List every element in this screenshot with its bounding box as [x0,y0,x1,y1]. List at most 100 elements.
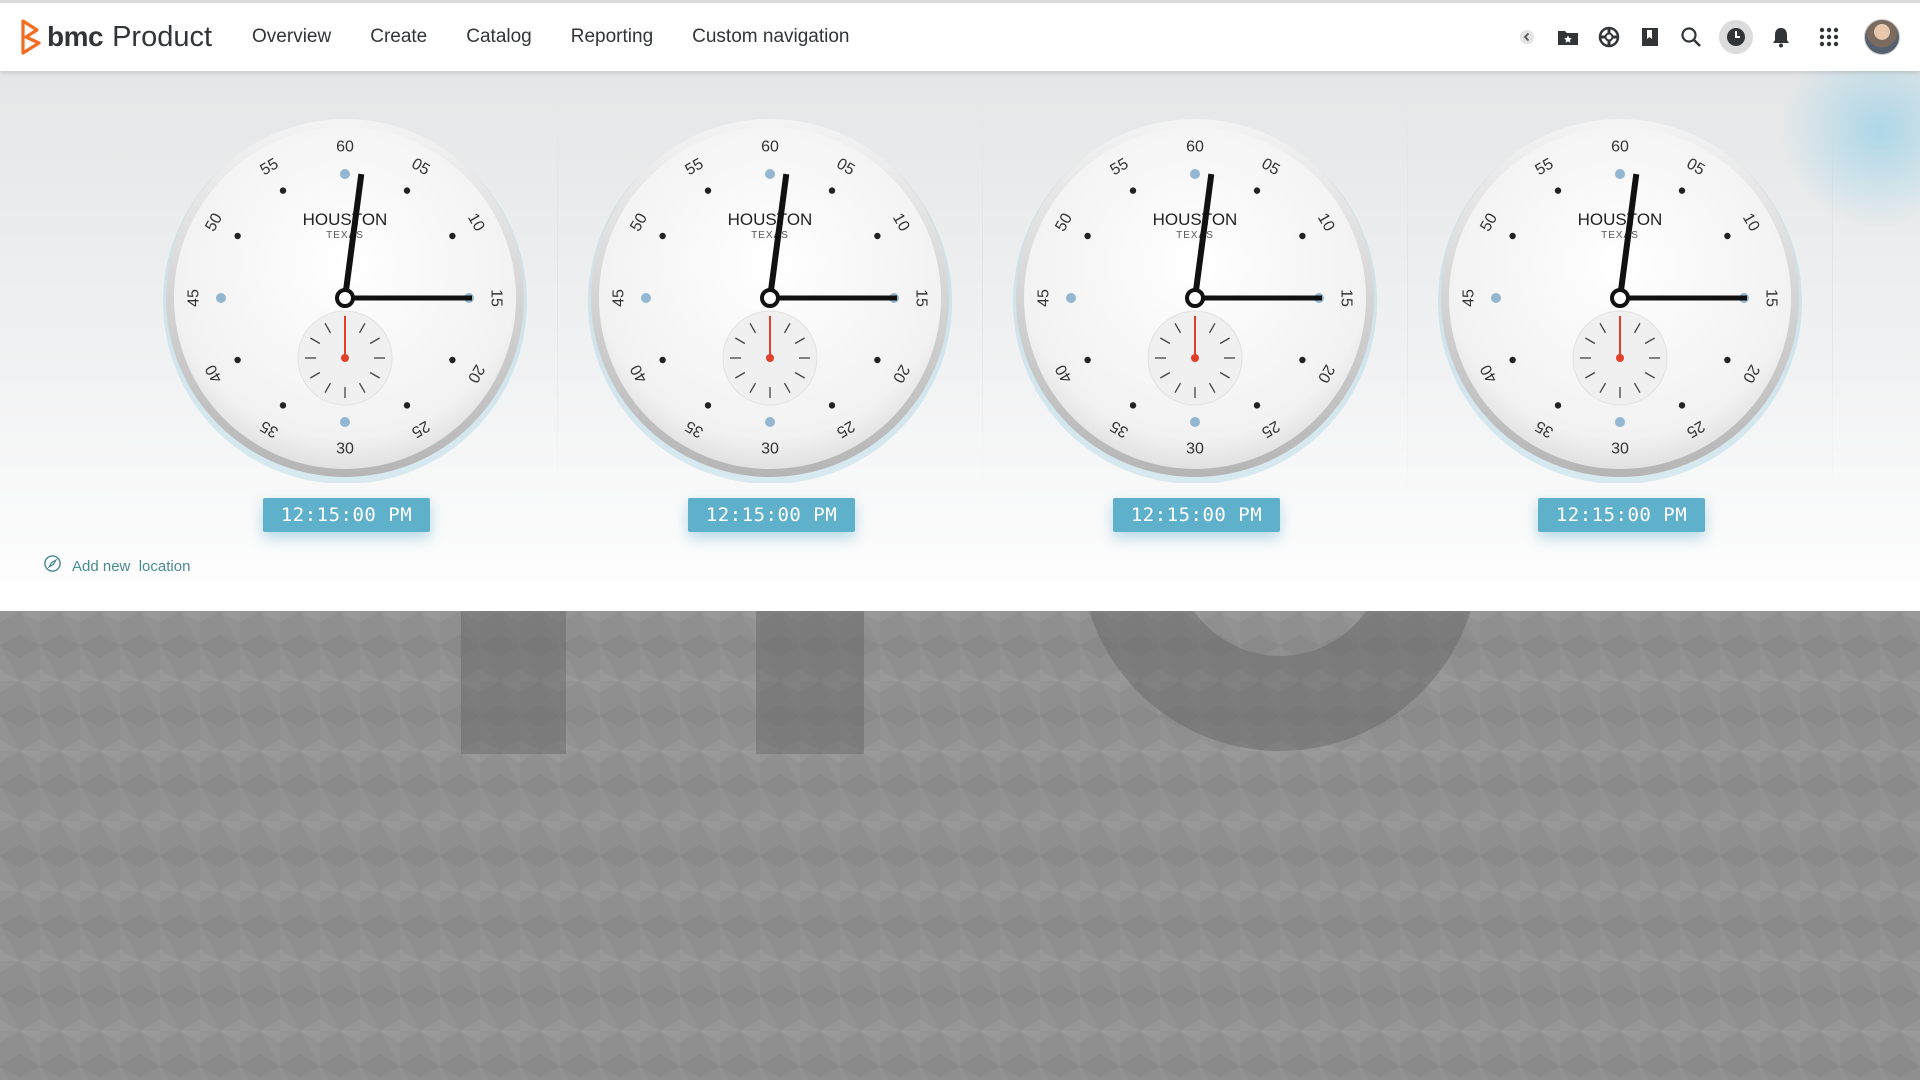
top-header: bmc Product Overview Create Catalog Repo… [0,0,1920,71]
clock-card: 60 05 10 15 20 25 30 35 40 45 50 55 HOUSTON TEXAS 12:… [133,71,558,541]
dial-label: 45 [611,289,628,307]
digital-time: 12:15:00 PM [688,498,855,532]
center-pivot [1610,288,1630,308]
background-pattern [0,611,1920,1080]
dial-marker [1253,187,1261,194]
dial-label: 60 [1611,139,1629,156]
clock-card: 60 05 10 15 20 25 30 35 40 45 50 55 HOUSTON TEXAS 12:… [1408,71,1833,541]
clock-card: 60 05 10 15 20 25 30 35 40 45 50 55 HOUSTON TEXAS 12:… [983,71,1408,541]
dial-marker [828,187,836,194]
dial-label: 30 [1611,441,1629,458]
collapse-icon[interactable] [1514,24,1540,50]
second-hand-pivot [766,354,774,362]
add-location-label: Add new location [72,557,191,575]
dial-marker [1724,356,1731,364]
second-hand-pivot [1191,354,1199,362]
dial-marker [659,232,666,240]
dial-marker [874,232,881,240]
nav-reporting[interactable]: Reporting [571,26,653,48]
search-icon[interactable] [1678,24,1704,50]
dial-label: 15 [1763,289,1780,307]
clock-icon[interactable] [1719,20,1753,54]
clock-city: HOUSTON [303,210,388,229]
dial-marker [874,356,881,364]
quarter-marker [1190,169,1200,179]
dial-marker [1253,402,1261,409]
nav-custom-navigation[interactable]: Custom navigation [692,26,849,48]
center-pivot [1185,288,1205,308]
dial-marker [403,402,411,409]
apps-grid-icon[interactable] [1816,24,1842,50]
bmc-logo-icon [21,19,41,55]
dial-label: 60 [1186,139,1204,156]
dial-marker [279,187,287,194]
dial-marker [279,402,287,409]
dial-label: 60 [761,139,779,156]
nav-overview[interactable]: Overview [252,26,331,48]
digital-time: 12:15:00 PM [1113,498,1280,532]
dial-marker [1129,187,1137,194]
favorites-folder-icon[interactable] [1555,24,1581,50]
add-location-link[interactable]: Add new location [43,554,190,578]
dial-label: 15 [913,289,930,307]
nav-catalog[interactable]: Catalog [466,26,532,48]
brand-logo[interactable]: bmc Product [20,17,212,57]
header-toolbar [1499,3,1900,71]
compass-icon [43,554,62,578]
bookmark-icon[interactable] [1637,24,1663,50]
help-lifebuoy-icon[interactable] [1596,24,1622,50]
avatar[interactable] [1864,19,1900,55]
clock-region: TEXAS [1176,230,1214,241]
quarter-marker [641,293,651,303]
dial-marker [449,232,456,240]
dial-marker [1554,187,1562,194]
dial-marker [1554,402,1562,409]
clock-region: TEXAS [751,230,789,241]
dial-label: 45 [186,289,203,307]
quarter-marker [1615,417,1625,427]
main-nav: Overview Create Catalog Reporting Custom… [252,26,888,48]
dial-marker [1678,187,1686,194]
dial-marker [1724,232,1731,240]
quarter-marker [1066,293,1076,303]
quarter-marker [340,417,350,427]
dial-marker [659,356,666,364]
dial-marker [1299,232,1306,240]
dial-marker [1299,356,1306,364]
dial-marker [1509,232,1516,240]
analog-clock: 600510152025303540455055HOUSTONTEXAS [1013,119,1377,483]
dial-label: 60 [336,139,354,156]
product-name: Product [112,20,213,53]
clock-city: HOUSTON [1153,210,1238,229]
analog-clock: 600510152025303540455055HOUSTONTEXAS [588,119,952,483]
quarter-marker [765,169,775,179]
digital-time: 12:15:00 PM [1538,498,1705,532]
quarter-marker [765,417,775,427]
bell-icon[interactable] [1768,24,1794,50]
center-pivot [760,288,780,308]
dial-marker [1678,402,1686,409]
dial-label: 30 [1186,441,1204,458]
world-clock-panel: 60 05 10 15 20 25 30 35 40 45 50 55 HOUSTON TEXAS 12:… [0,71,1920,611]
dial-marker [704,187,712,194]
nav-create[interactable]: Create [370,26,427,48]
second-hand-pivot [1616,354,1624,362]
dial-marker [449,356,456,364]
quarter-marker [216,293,226,303]
dial-label: 45 [1036,289,1053,307]
dial-marker [828,402,836,409]
clock-region: TEXAS [326,230,364,241]
background-letter-shape [756,611,864,754]
clock-city: HOUSTON [728,210,813,229]
background-letter-shape [1080,611,1480,751]
analog-clock: 600510152025303540455055HOUSTONTEXAS [163,119,527,483]
dial-marker [1129,402,1137,409]
brand-name: bmc [47,21,104,52]
dial-label: 30 [336,441,354,458]
dial-label: 45 [1461,289,1478,307]
dial-marker [1084,232,1091,240]
analog-clock: 600510152025303540455055HOUSTONTEXAS [1438,119,1802,483]
quarter-marker [340,169,350,179]
clock-region: TEXAS [1601,230,1639,241]
dial-label: 15 [1338,289,1355,307]
